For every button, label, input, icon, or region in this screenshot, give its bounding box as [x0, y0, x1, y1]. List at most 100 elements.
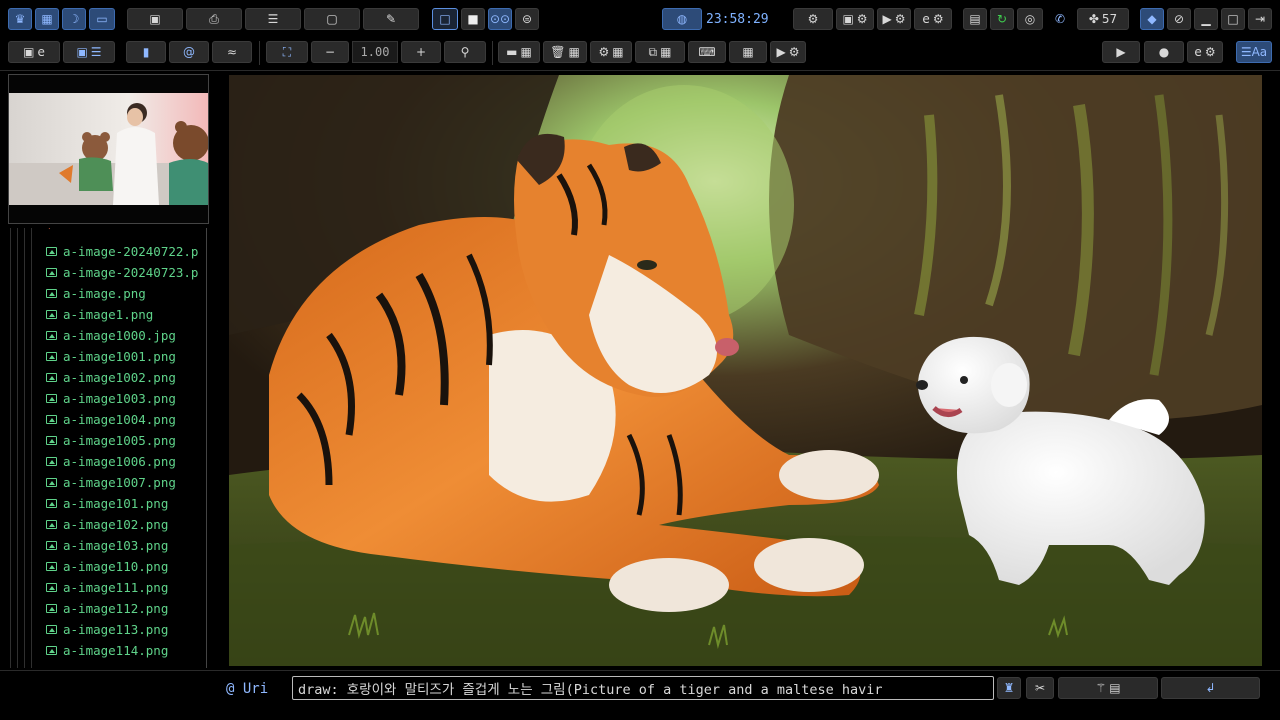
glasses-button[interactable]: ⊙⊙: [488, 8, 512, 30]
submit-button[interactable]: ↲: [1161, 677, 1260, 699]
crown-button[interactable]: ♛: [8, 8, 32, 30]
castle-button[interactable]: ♜: [997, 677, 1021, 699]
file-item[interactable]: a-image112.png: [46, 598, 168, 619]
file-item[interactable]: a-image1001.png: [46, 346, 176, 367]
database-icon: ☰: [267, 12, 279, 26]
calculator-button[interactable]: ▦: [729, 41, 767, 63]
github-icon: ●: [1158, 45, 1170, 59]
browser-icon: e: [37, 45, 45, 59]
settings-button[interactable]: ⚙: [793, 8, 833, 30]
image-button[interactable]: ▣: [127, 8, 183, 30]
exit-button[interactable]: ⇥: [1248, 8, 1272, 30]
youtube-icon: ▶: [1116, 45, 1126, 59]
file-item[interactable]: a-image1.png: [46, 304, 153, 325]
image-file-icon: [46, 268, 57, 277]
file-item[interactable]: a-image1004.png: [46, 409, 176, 430]
image-file-icon: [46, 625, 57, 634]
file-item[interactable]: a-image113.png: [46, 619, 168, 640]
play-icon: ▶: [776, 45, 786, 59]
command-input[interactable]: [292, 676, 994, 700]
disk-button[interactable]: ⊜: [515, 8, 539, 30]
youtube-button[interactable]: ▶: [1102, 41, 1140, 63]
file-item[interactable]: a-image1006.png: [46, 451, 176, 472]
command-bar-divider: [0, 670, 1280, 671]
file-name: a-image1007.png: [63, 475, 176, 490]
refresh-button[interactable]: ↻: [990, 8, 1014, 30]
keyboard-button[interactable]: ⌨: [688, 41, 726, 63]
phone-icon: ✆: [1054, 12, 1066, 26]
minimize-button[interactable]: ▁: [1194, 8, 1218, 30]
image-file-icon: [46, 331, 57, 340]
night-mode-button[interactable]: ☽: [62, 8, 86, 30]
print-button[interactable]: ⎙: [186, 8, 242, 30]
maximize-button[interactable]: □: [1221, 8, 1245, 30]
file-item[interactable]: a-image1002.png: [46, 367, 176, 388]
file-item[interactable]: a-image1005.png: [46, 430, 176, 451]
file-item[interactable]: a-image111.png: [46, 577, 168, 598]
file-name: a-image1004.png: [63, 412, 176, 427]
frame-outline-button[interactable]: □: [432, 8, 458, 30]
file-item[interactable]: a-image1000.jpg: [46, 325, 176, 346]
image-icon: ▣: [23, 45, 35, 59]
system-settings-button[interactable]: ⚙ ▦: [590, 41, 632, 63]
zoom-in-button[interactable]: +: [401, 41, 441, 63]
browser-config-button[interactable]: e ⚙: [1187, 41, 1223, 63]
database-button[interactable]: ☰: [245, 8, 301, 30]
file-item[interactable]: a-image-20240722.p: [46, 241, 198, 262]
pen-button[interactable]: ✎: [363, 8, 419, 30]
file-item[interactable]: a-image.png: [46, 283, 146, 304]
pin-button[interactable]: ◆: [1140, 8, 1164, 30]
zoom-out-button[interactable]: −: [311, 41, 349, 63]
file-button[interactable]: ▮: [126, 41, 166, 63]
file-item[interactable]: a-image1003.png: [46, 388, 176, 409]
walk-button[interactable]: ⚲: [444, 41, 486, 63]
file-item[interactable]: a-image114.png: [46, 640, 168, 661]
image-file-icon: [46, 499, 57, 508]
file-item[interactable]: a-image-20240723.p: [46, 262, 198, 283]
file-item[interactable]: a-image102.png: [46, 514, 168, 535]
main-image-viewer[interactable]: [229, 75, 1262, 666]
cut-button[interactable]: ✂: [1026, 677, 1054, 699]
image-file-icon: [46, 289, 57, 298]
network-button[interactable]: ◎: [1017, 8, 1043, 30]
image-browser-button[interactable]: ▣ e: [8, 41, 60, 63]
file-item[interactable]: a-image103.png: [46, 535, 168, 556]
copy-windows-button[interactable]: ⧉ ▦: [635, 41, 685, 63]
chat-button[interactable]: ▢: [304, 8, 360, 30]
preview-thumbnail[interactable]: [9, 93, 208, 205]
file-name: a-image111.png: [63, 580, 169, 595]
globe-button[interactable]: ◍: [662, 8, 702, 30]
delete-button[interactable]: 🗑 ▦: [543, 41, 587, 63]
file-item[interactable]: a-image1007.png: [46, 472, 176, 493]
windows-button[interactable]: ▦: [35, 8, 59, 30]
enter-icon: ↲: [1205, 681, 1216, 695]
image-db-button[interactable]: ▣ ☰: [63, 41, 115, 63]
gear-icon: ⚙: [1204, 45, 1216, 59]
image-settings-button[interactable]: ▣ ⚙: [836, 8, 874, 30]
file-item[interactable]: a-image110.png: [46, 556, 168, 577]
monitor-button[interactable]: ▭: [89, 8, 115, 30]
font-db-button[interactable]: ☰Aa: [1236, 41, 1272, 63]
image-file-icon: [46, 310, 57, 319]
github-button[interactable]: ●: [1144, 41, 1184, 63]
run-settings-button[interactable]: ▶ ⚙: [770, 41, 806, 63]
tree-border: [206, 228, 207, 668]
clipboard-button[interactable]: ▤: [963, 8, 987, 30]
file-name: a-image113.png: [63, 622, 169, 637]
wand-document-button[interactable]: ⚚ ▤: [1058, 677, 1158, 699]
browser-settings-button[interactable]: e ⚙: [914, 8, 952, 30]
file-item[interactable]: a-image101.png: [46, 493, 168, 514]
fan-icon: ✤: [1088, 12, 1099, 26]
image-file-icon: [46, 247, 57, 256]
play-settings-button[interactable]: ▶ ⚙: [877, 8, 911, 30]
frame-fill-button[interactable]: ■: [461, 8, 485, 30]
mention-button[interactable]: @: [169, 41, 209, 63]
fan-indicator[interactable]: ✤ 57: [1077, 8, 1129, 30]
block-button[interactable]: ⊘: [1167, 8, 1191, 30]
phone-button: ✆: [1048, 8, 1072, 30]
wrap-button[interactable]: ≈: [212, 41, 252, 63]
fit-screen-button[interactable]: ⛶: [266, 41, 308, 63]
gear-icon: ⚙: [932, 12, 944, 26]
open-folder-button[interactable]: ▬ ▦: [498, 41, 540, 63]
windows-icon: ▦: [520, 45, 532, 59]
